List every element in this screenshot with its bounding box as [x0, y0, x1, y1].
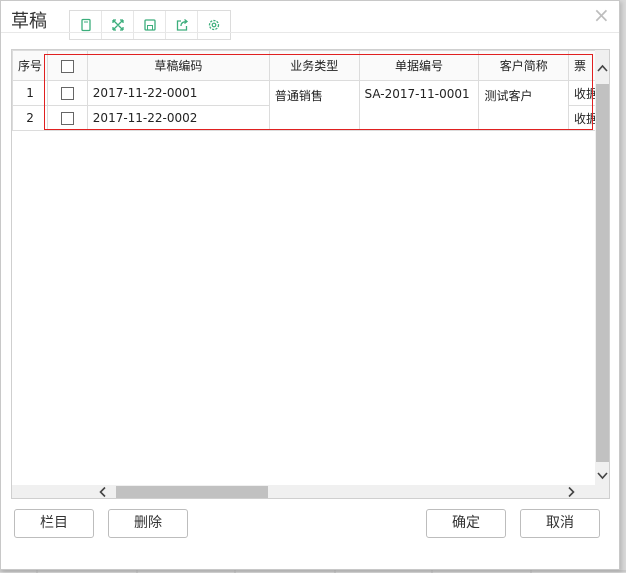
row-draft-code: 2017-11-22-0001 [86, 80, 270, 106]
delete-button[interactable]: 删除 [108, 509, 188, 538]
cancel-button[interactable]: 取消 [520, 509, 600, 538]
header-seq: 序号 [12, 50, 49, 81]
fullscreen-button[interactable] [102, 11, 134, 39]
table-row[interactable]: 1 2017-11-22-0001 普通销售 SA-2017-11-0001 测… [12, 80, 609, 131]
row-select-cell[interactable] [47, 80, 88, 106]
close-icon[interactable]: × [593, 3, 610, 27]
select-all-checkbox[interactable] [60, 59, 74, 73]
row-customer: 测试客户 [478, 80, 570, 131]
save-icon [143, 19, 156, 31]
header-business-type[interactable]: 业务类型 [268, 50, 360, 81]
header-draft-code[interactable]: 草稿编码 [86, 50, 270, 81]
vertical-scrollbar[interactable] [595, 50, 609, 485]
table-header-row: 序号 草稿编码 业务类型 单据编号 客户简称 票 [12, 50, 609, 81]
settings-button[interactable] [198, 11, 230, 39]
row-seq: 2 [12, 105, 49, 131]
row-checkbox[interactable] [60, 87, 74, 100]
restore-button[interactable] [70, 11, 102, 39]
horizontal-scroll-thumb[interactable] [116, 486, 268, 498]
scroll-right-icon[interactable] [566, 486, 576, 498]
dialog-toolbar [69, 10, 231, 40]
draft-dialog: 草稿 × 序号 草稿编码 业务类型 单据编号 客户简称 票 1 2017-11-… [0, 0, 620, 570]
settings-icon [208, 19, 220, 31]
row-seq: 1 [12, 80, 49, 106]
restore-icon [80, 18, 91, 32]
header-doc-number[interactable]: 单据编号 [358, 50, 480, 81]
export-button[interactable] [166, 11, 198, 39]
header-select-all[interactable] [47, 50, 88, 81]
export-icon [176, 18, 188, 31]
fullscreen-icon [111, 19, 124, 31]
row-draft-code: 2017-11-22-0002 [86, 105, 270, 131]
title-divider [1, 32, 619, 33]
vertical-scroll-thumb[interactable] [596, 84, 609, 462]
scroll-up-icon[interactable] [596, 63, 609, 76]
scroll-down-icon[interactable] [596, 471, 609, 484]
scroll-left-icon[interactable] [98, 486, 108, 498]
confirm-button[interactable]: 确定 [426, 509, 506, 538]
row-doc-number: SA-2017-11-0001 [358, 80, 480, 131]
row-checkbox[interactable] [60, 112, 74, 125]
dialog-title: 草稿 [11, 11, 47, 32]
columns-button[interactable]: 栏目 [14, 509, 94, 538]
header-customer[interactable]: 客户简称 [478, 50, 570, 81]
horizontal-scrollbar[interactable] [12, 485, 595, 498]
draft-grid: 序号 草稿编码 业务类型 单据编号 客户简称 票 1 2017-11-22-00… [11, 49, 610, 499]
row-business-type: 普通销售 [268, 80, 360, 131]
row-select-cell[interactable] [47, 105, 88, 131]
draft-table: 序号 草稿编码 业务类型 单据编号 客户简称 票 1 2017-11-22-00… [12, 50, 609, 131]
save-button[interactable] [134, 11, 166, 39]
scrollbar-corner [595, 485, 609, 498]
